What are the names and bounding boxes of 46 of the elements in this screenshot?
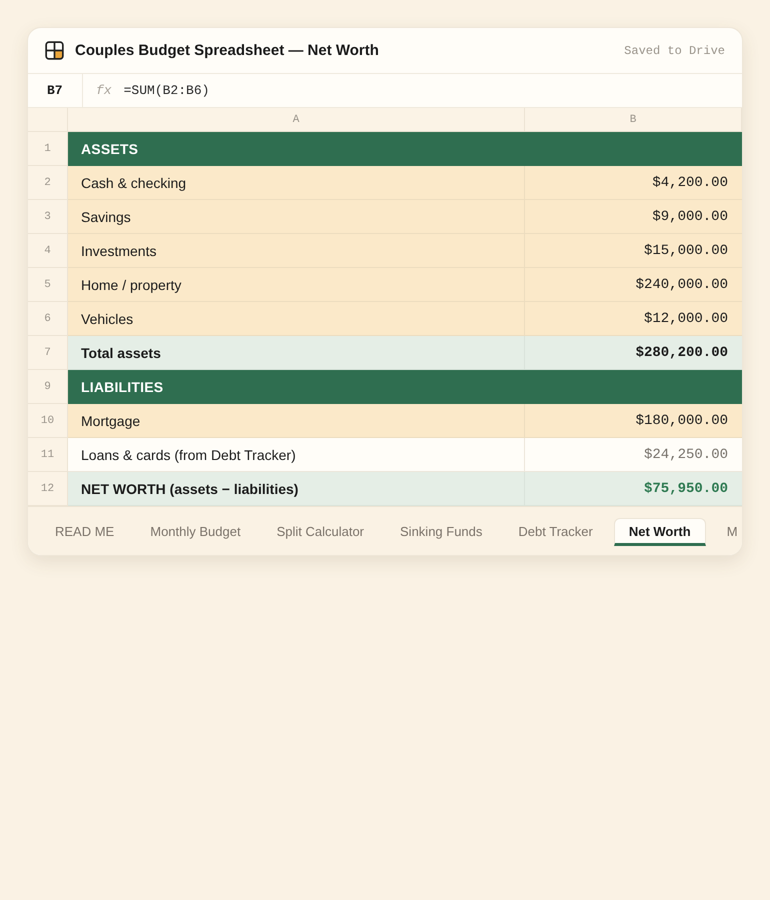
table-cell: Cash & checking <box>68 166 525 200</box>
value-cell: $24,250.00 <box>525 438 742 472</box>
sheet-tab[interactable]: Debt Tracker <box>503 518 608 546</box>
row-header[interactable]: 9 <box>28 370 68 404</box>
cell-reference-field[interactable]: B7 <box>28 74 83 107</box>
table-cell: Vehicles <box>68 302 525 336</box>
column-header[interactable]: B <box>525 108 742 132</box>
table-cell: Total assets <box>68 336 525 370</box>
column-header[interactable]: A <box>68 108 525 132</box>
row-header[interactable]: 7 <box>28 336 68 370</box>
sheet-tab[interactable]: READ ME <box>40 518 130 546</box>
value-cell: $12,000.00 <box>525 302 742 336</box>
sheet-tab[interactable]: Split Calculator <box>262 518 380 546</box>
value-cell: $240,000.00 <box>525 268 742 302</box>
sheet-tab[interactable]: Sinking Funds <box>385 518 498 546</box>
row-header[interactable]: 12 <box>28 472 68 506</box>
row-header[interactable]: 2 <box>28 166 68 200</box>
sheet-tab[interactable]: M <box>712 518 741 546</box>
table-cell: Investments <box>68 234 525 268</box>
window-title: Couples Budget Spreadsheet — Net Worth <box>75 42 379 59</box>
value-cell: $180,000.00 <box>525 404 742 438</box>
grid-icon <box>45 41 64 60</box>
formula-field[interactable]: =SUM(B2:B6) <box>124 83 210 98</box>
value-cell: $4,200.00 <box>525 166 742 200</box>
row-header[interactable]: 11 <box>28 438 68 472</box>
table-cell: Savings <box>68 200 525 234</box>
row-header[interactable]: 3 <box>28 200 68 234</box>
table-cell: Loans & cards (from Debt Tracker) <box>68 438 525 472</box>
row-header[interactable]: 6 <box>28 302 68 336</box>
sheet-tab[interactable]: Monthly Budget <box>135 518 256 546</box>
save-status: Saved to Drive <box>624 44 725 58</box>
row-header[interactable]: 10 <box>28 404 68 438</box>
table-cell: Home / property <box>68 268 525 302</box>
sheet-tab[interactable]: Net Worth <box>614 518 706 546</box>
section-header-cell: LIABILITIES <box>68 370 742 404</box>
function-label: fx <box>96 83 112 98</box>
table-cell: NET WORTH (assets − liabilities) <box>68 472 525 506</box>
table-cell: Mortgage <box>68 404 525 438</box>
value-cell: $280,200.00 <box>525 336 742 370</box>
row-header[interactable]: 1 <box>28 132 68 166</box>
row-header[interactable]: 5 <box>28 268 68 302</box>
value-cell: $15,000.00 <box>525 234 742 268</box>
value-cell: $75,950.00 <box>525 472 742 506</box>
section-header-cell: ASSETS <box>68 132 742 166</box>
row-header[interactable]: 4 <box>28 234 68 268</box>
value-cell: $9,000.00 <box>525 200 742 234</box>
